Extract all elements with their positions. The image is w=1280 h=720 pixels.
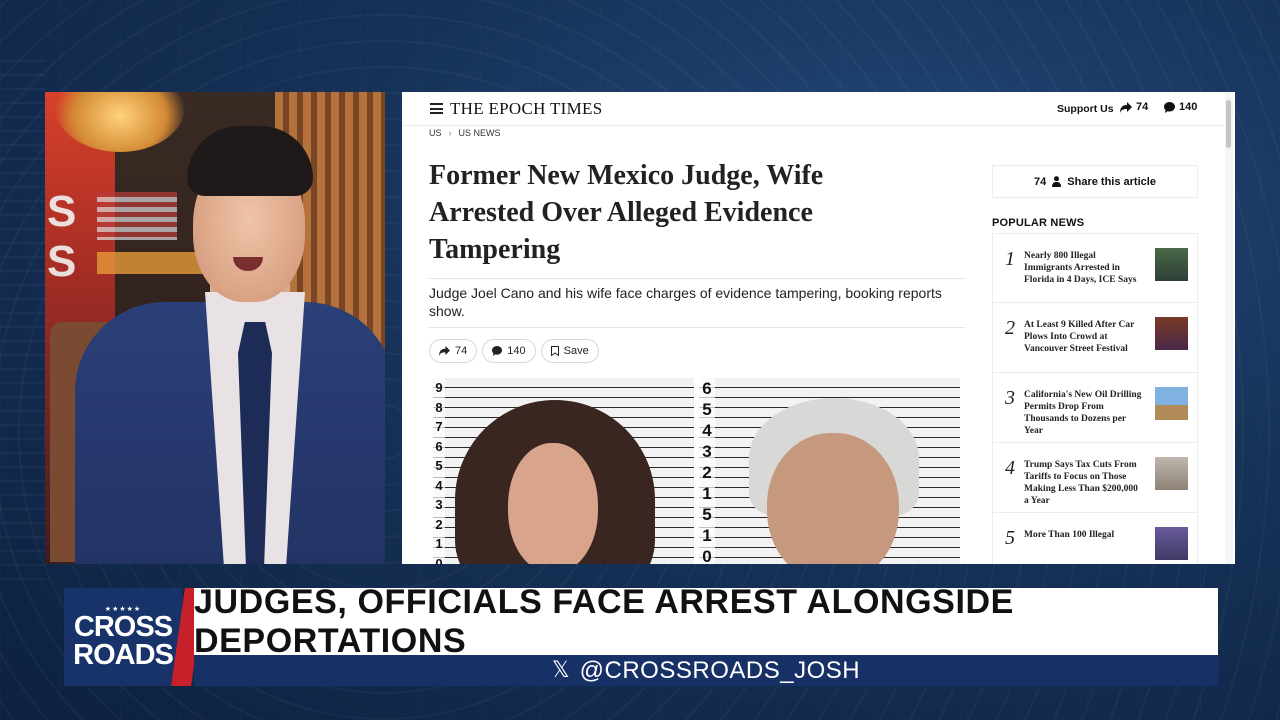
- article-action-row: 74 140 Save: [429, 339, 599, 363]
- height-chart-number: 7: [435, 419, 443, 434]
- popular-news-rank: 2: [1005, 317, 1015, 339]
- chevron-right-icon: ›: [448, 128, 452, 138]
- popular-news-item[interactable]: 4 Trump Says Tax Cuts From Tariffs to Fo…: [992, 443, 1198, 513]
- popular-news-title: At Least 9 Killed After Car Plows Into C…: [1024, 320, 1135, 354]
- popular-news-rank: 5: [1005, 527, 1015, 549]
- popular-news-list: 1 Nearly 800 Illegal Immigrants Arrested…: [992, 233, 1198, 564]
- person-icon: [1052, 176, 1062, 187]
- height-chart-numbers: 6 5 4 3 2 1 5 1 0: [699, 378, 715, 564]
- height-chart-number: 1: [702, 526, 712, 545]
- popular-news-rank: 1: [1005, 248, 1015, 270]
- social-handle-bar: 𝕏 @CROSSROADS_JOSH: [194, 655, 1218, 686]
- mugshot-man: 6 5 4 3 2 1 5 1 0: [699, 378, 960, 564]
- divider: [429, 327, 965, 328]
- mugshot-face: [767, 433, 899, 564]
- height-chart-numbers: 9 8 7 6 5 4 3 2 1 0: [433, 378, 445, 564]
- breadcrumb-us[interactable]: US: [429, 128, 442, 138]
- share-count: 74: [455, 345, 468, 357]
- height-chart-number: 0: [435, 555, 443, 565]
- breadcrumb-us-news[interactable]: US NEWS: [459, 128, 501, 138]
- mugshot-face: [508, 443, 598, 564]
- lower-third-headline: JUDGES, OFFICIALS FACE ARREST ALONGSIDE …: [194, 582, 1014, 660]
- article-browser-panel: THE EPOCH TIMES Support Us 74 140 US › U…: [402, 92, 1235, 564]
- height-chart-number: 1: [702, 484, 712, 503]
- popular-news-thumbnail: [1155, 317, 1188, 350]
- share-article-count: 74: [1034, 175, 1047, 188]
- mugshot-woman: 9 8 7 6 5 4 3 2 1 0: [433, 378, 694, 564]
- comments-button[interactable]: 140: [482, 339, 536, 363]
- popular-news-item[interactable]: 2 At Least 9 Killed After Car Plows Into…: [992, 303, 1198, 373]
- share-article-label: Share this article: [1067, 175, 1156, 188]
- breadcrumb: US › US NEWS: [429, 128, 501, 138]
- height-chart-number: 0: [702, 547, 712, 564]
- height-chart-number: 5: [435, 458, 443, 473]
- x-logo-icon: 𝕏: [551, 658, 570, 683]
- popular-news-thumbnail: [1155, 457, 1188, 490]
- host-video-panel: S S: [45, 92, 385, 564]
- popular-news-rank: 4: [1005, 457, 1015, 479]
- studio-wall-letter: S: [47, 237, 77, 286]
- popular-news-title: Trump Says Tax Cuts From Tariffs to Focu…: [1024, 460, 1138, 506]
- background-code-strip: [0, 60, 45, 580]
- article-hero-image: 9 8 7 6 5 4 3 2 1 0 6 5 4 3 2 1 5 1 0: [433, 378, 960, 564]
- host-figure: [75, 122, 385, 564]
- popular-news-title: More Than 100 Illegal: [1024, 530, 1115, 540]
- header-share-count: 74: [1136, 101, 1149, 113]
- host-hair: [187, 126, 313, 196]
- popular-news-thumbnail: [1155, 527, 1188, 560]
- header-comment-button[interactable]: 140: [1164, 101, 1197, 113]
- height-chart-number: 4: [702, 421, 712, 440]
- article-headline: Former New Mexico Judge, Wife Arrested O…: [429, 160, 824, 265]
- header-share-button[interactable]: 74: [1120, 101, 1148, 113]
- share-button[interactable]: 74: [429, 339, 478, 363]
- popular-news-item[interactable]: 5 More Than 100 Illegal: [992, 513, 1198, 564]
- lower-third-headline-bar: JUDGES, OFFICIALS FACE ARREST ALONGSIDE …: [194, 583, 1218, 660]
- social-handle: @CROSSROADS_JOSH: [579, 656, 861, 684]
- height-chart-number: 3: [435, 497, 443, 512]
- article-subhead: Judge Joel Cano and his wife face charge…: [429, 285, 942, 319]
- height-chart-number: 8: [435, 399, 443, 415]
- comment-count: 140: [507, 345, 526, 357]
- bookmark-icon: [550, 346, 559, 356]
- site-logo[interactable]: THE EPOCH TIMES: [450, 99, 602, 119]
- save-button[interactable]: Save: [540, 339, 599, 363]
- crossroads-logo: ★★★★★ CROSS ROADS: [64, 588, 182, 686]
- popular-news-title: Nearly 800 Illegal Immigrants Arrested i…: [1024, 251, 1137, 285]
- site-header: THE EPOCH TIMES Support Us 74 140: [402, 92, 1235, 126]
- height-chart-number: 3: [702, 442, 712, 461]
- scrollbar-thumb[interactable]: [1226, 100, 1231, 148]
- height-chart-number: 4: [435, 477, 443, 493]
- logo-line-cross: CROSS: [73, 611, 173, 643]
- support-us-link[interactable]: Support Us: [1057, 103, 1114, 115]
- hamburger-menu-icon[interactable]: [430, 103, 443, 114]
- height-chart-number: 5: [702, 505, 712, 524]
- studio-wall-letter: S: [47, 187, 77, 236]
- save-label: Save: [563, 345, 589, 357]
- height-chart-number: 2: [435, 516, 443, 532]
- height-chart-number: 9: [435, 380, 443, 395]
- share-arrow-icon: [1120, 101, 1132, 113]
- comment-bubble-icon: [1164, 101, 1175, 113]
- height-chart-number: 6: [702, 379, 712, 398]
- popular-news-item[interactable]: 1 Nearly 800 Illegal Immigrants Arrested…: [992, 233, 1198, 303]
- page-scrollbar[interactable]: [1225, 92, 1233, 564]
- height-chart-number: 2: [702, 463, 712, 482]
- popular-news-thumbnail: [1155, 248, 1188, 281]
- comment-bubble-icon: [492, 346, 503, 356]
- height-chart-number: 5: [702, 400, 712, 419]
- popular-news-heading: POPULAR NEWS: [992, 217, 1085, 229]
- height-chart-number: 1: [435, 536, 443, 551]
- share-arrow-icon: [439, 346, 450, 356]
- logo-line-roads: ROADS: [73, 639, 174, 671]
- height-chart-number: 6: [435, 438, 443, 454]
- popular-news-title: California's New Oil Drilling Permits Dr…: [1024, 390, 1142, 436]
- popular-news-thumbnail: [1155, 387, 1188, 420]
- popular-news-item[interactable]: 3 California's New Oil Drilling Permits …: [992, 373, 1198, 443]
- header-comment-count: 140: [1179, 101, 1198, 113]
- share-article-button[interactable]: 74 Share this article: [992, 165, 1198, 198]
- divider: [429, 278, 965, 279]
- popular-news-rank: 3: [1005, 387, 1015, 409]
